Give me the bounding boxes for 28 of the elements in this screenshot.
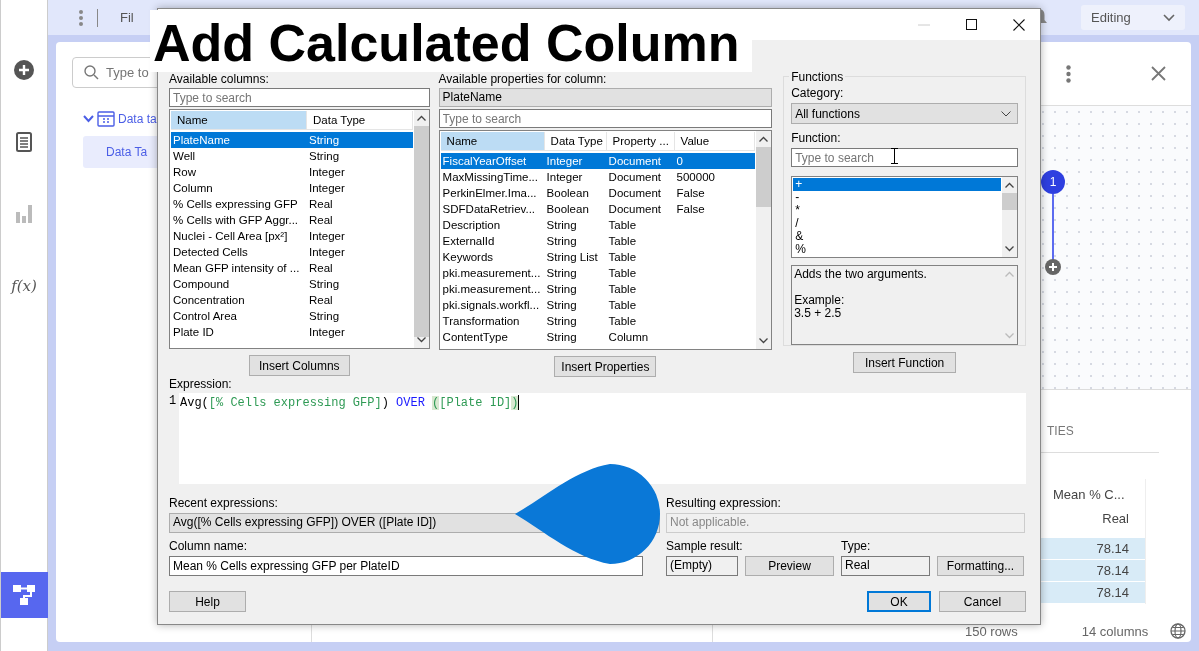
column-count: 14 columns bbox=[1081, 623, 1149, 639]
field-label: Recent expressions: bbox=[169, 496, 279, 511]
field-label: Column name: bbox=[169, 539, 249, 554]
field-label: Resulting expression: bbox=[666, 496, 782, 511]
field-label: Expression: bbox=[169, 377, 233, 392]
sample-result-field: (Empty) bbox=[666, 556, 738, 576]
table-cell-text: Real bbox=[1101, 511, 1130, 528]
formula-label: f(x) bbox=[11, 277, 37, 295]
selected-column-field: PlateName bbox=[438, 88, 773, 107]
line-number: 1 bbox=[169, 393, 178, 410]
field-label: Sample result: bbox=[666, 539, 744, 554]
resulting-expression-field: Not applicable. bbox=[666, 513, 1025, 533]
function-description: Adds the two arguments. bbox=[794, 268, 928, 282]
field-label: Type: bbox=[841, 539, 871, 554]
code-line: Avg([% Cells expressing GFP]) OVER ([Plate ID]) bbox=[179, 395, 519, 411]
caption-title: Add Calculated Column bbox=[150, 10, 752, 72]
row-count: 150 rows bbox=[965, 623, 1018, 639]
table-cell: 78.14 bbox=[1041, 560, 1145, 581]
field-label: Function: bbox=[791, 131, 842, 147]
field-label: Available columns: bbox=[169, 72, 270, 87]
example-text: 3.5 + 2.5 bbox=[794, 307, 842, 321]
field-label: Available properties for column: bbox=[438, 72, 608, 87]
table-cell: 78.14 bbox=[1041, 538, 1145, 559]
table-cell: 78.14 bbox=[1041, 582, 1145, 603]
example-label: Example: bbox=[794, 294, 846, 308]
group-title: Functions bbox=[789, 70, 846, 84]
field-label: Category: bbox=[791, 86, 845, 101]
type-field: Real bbox=[841, 556, 930, 576]
